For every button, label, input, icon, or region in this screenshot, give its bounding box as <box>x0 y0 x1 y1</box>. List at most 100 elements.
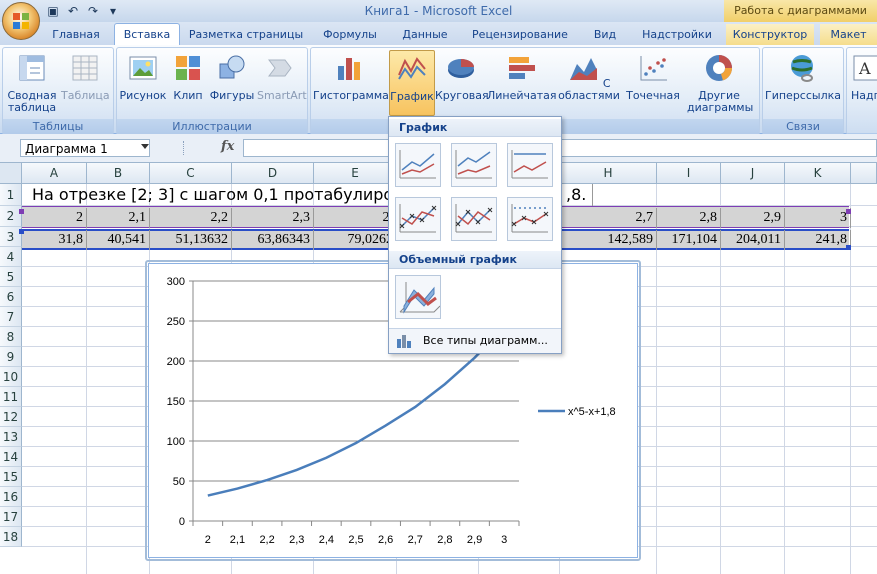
insert-function-button[interactable]: fx <box>221 139 234 154</box>
doughnut-chart-icon <box>706 55 733 81</box>
row-header-12[interactable]: 12 <box>0 407 22 427</box>
splitter[interactable] <box>183 141 187 155</box>
line-subtype-line[interactable] <box>395 143 441 187</box>
line-chart-button[interactable]: График <box>389 50 435 116</box>
hyperlink-button[interactable]: Гиперссылка <box>765 52 841 102</box>
tab-view[interactable]: Вид <box>584 24 626 45</box>
y-value-cell[interactable]: 204,011 <box>721 230 785 250</box>
pie-chart-button[interactable]: Круговая <box>435 52 489 102</box>
line-chart-label: График <box>390 90 434 103</box>
y-value-cell[interactable]: 40,541 <box>87 230 150 250</box>
tab-formulas[interactable]: Формулы <box>314 24 386 45</box>
row-header-10[interactable]: 10 <box>0 367 22 387</box>
x-value-cell[interactable]: 2 <box>22 208 87 228</box>
gallery-3d-header: Объемный график <box>389 251 561 269</box>
x-value-cell[interactable]: 2,8 <box>657 208 721 228</box>
tab-addins[interactable]: Надстройки <box>634 24 720 45</box>
column-header-b[interactable]: B <box>87 163 150 184</box>
cell-a1[interactable]: На отрезке [2; 3] с шагом 0,1 протабулир… <box>32 184 412 206</box>
row-header-14[interactable]: 14 <box>0 447 22 467</box>
table-button[interactable]: Таблица <box>61 52 110 102</box>
stacked-markers-subtype[interactable] <box>451 197 497 241</box>
other-charts-button[interactable]: Другие диаграммы <box>687 52 753 114</box>
name-box-dropdown-icon[interactable] <box>141 144 149 149</box>
x-value-cell[interactable]: 2,7 <box>560 208 657 228</box>
tab-home[interactable]: Главная <box>45 24 107 45</box>
y-value-cell[interactable]: 51,13632 <box>150 230 232 250</box>
row-header-1[interactable]: 1 <box>0 184 22 206</box>
column-header-c[interactable]: C <box>150 163 232 184</box>
y-value-cell[interactable]: 63,86343 <box>232 230 314 250</box>
x-value-cell[interactable]: 2,1 <box>87 208 150 228</box>
smartart-button[interactable]: SmartArt <box>257 52 307 102</box>
column-header-j[interactable]: J <box>721 163 785 184</box>
row-header-7[interactable]: 7 <box>0 307 22 327</box>
y-value-cell[interactable]: 142,589 <box>560 230 657 250</box>
scatter-chart-icon <box>640 56 667 81</box>
line-subtype-stacked[interactable] <box>451 143 497 187</box>
y-value-cell[interactable]: 31,8 <box>22 230 87 250</box>
3d-line-subtype[interactable] <box>395 275 441 319</box>
row-header-4[interactable]: 4 <box>0 247 22 267</box>
row-header-16[interactable]: 16 <box>0 487 22 507</box>
picture-button[interactable]: Рисунок <box>119 52 167 102</box>
x-value-cell[interactable]: 2,2 <box>150 208 232 228</box>
tab-insert[interactable]: Вставка <box>114 23 180 46</box>
column-header-e[interactable]: E <box>314 163 397 184</box>
name-box[interactable]: Диаграмма 1 <box>20 139 150 157</box>
area-chart-button[interactable]: С областями <box>557 52 621 102</box>
line-markers-subtype[interactable] <box>395 197 441 241</box>
row-header-5[interactable]: 5 <box>0 267 22 287</box>
percent-markers-subtype[interactable] <box>507 197 553 241</box>
column-header-k[interactable]: K <box>785 163 851 184</box>
smartart-icon <box>268 59 292 77</box>
x-value-cell[interactable]: 2,9 <box>721 208 785 228</box>
row-header-13[interactable]: 13 <box>0 427 22 447</box>
select-all-button[interactable] <box>0 163 22 184</box>
row-header-6[interactable]: 6 <box>0 287 22 307</box>
y-tick-label: 100 <box>167 436 185 448</box>
all-chart-types-button[interactable]: Все типы диаграмм... <box>389 328 561 353</box>
range-handle[interactable] <box>846 245 851 250</box>
text-box-button[interactable]: A Надп <box>851 52 877 102</box>
range-handle[interactable] <box>19 229 24 234</box>
row-header-11[interactable]: 11 <box>0 387 22 407</box>
column-header-a[interactable]: A <box>22 163 87 184</box>
x-value-cell[interactable]: 2, <box>314 208 397 228</box>
row-header-9[interactable]: 9 <box>0 347 22 367</box>
y-tick-label: 250 <box>167 316 185 328</box>
column-header-i[interactable]: I <box>657 163 721 184</box>
clip-button[interactable]: Клип <box>169 52 207 102</box>
smartart-label: SmartArt <box>257 89 307 102</box>
chart-tools-title: Работа с диаграммами <box>724 0 877 22</box>
tab-data[interactable]: Данные <box>394 24 456 45</box>
tab-layout[interactable]: Макет <box>820 24 877 45</box>
shapes-button[interactable]: Фигуры <box>209 52 255 102</box>
row-header-18[interactable]: 18 <box>0 527 22 547</box>
y-value-cell[interactable]: 79,0262 <box>314 230 397 250</box>
pivot-table-button[interactable]: Сводная таблица <box>5 52 59 114</box>
x-value-cell[interactable]: 2,3 <box>232 208 314 228</box>
tab-page-layout[interactable]: Разметка страницы <box>186 24 306 45</box>
column-header-h[interactable]: H <box>560 163 657 184</box>
scatter-chart-button[interactable]: Точечная <box>623 52 683 102</box>
office-button[interactable] <box>2 2 40 40</box>
column-header-d[interactable]: D <box>232 163 314 184</box>
range-handle[interactable] <box>846 209 851 214</box>
range-handle[interactable] <box>19 209 24 214</box>
row-header-8[interactable]: 8 <box>0 327 22 347</box>
group-tables: Сводная таблица Таблица Таблицы <box>2 47 114 135</box>
column-chart-button[interactable]: Гистограмма <box>313 52 389 102</box>
pivot-table-label: Сводная таблица <box>7 89 57 114</box>
tab-design[interactable]: Конструктор <box>726 24 814 45</box>
y-value-cell[interactable]: 241,8 <box>785 230 851 250</box>
row-header-17[interactable]: 17 <box>0 507 22 527</box>
picture-label: Рисунок <box>119 89 167 102</box>
row-header-15[interactable]: 15 <box>0 467 22 487</box>
y-value-cell[interactable]: 171,104 <box>657 230 721 250</box>
bar-chart-button[interactable]: Линейчатая <box>487 52 557 102</box>
x-value-cell[interactable]: 3 <box>785 208 851 228</box>
tab-review[interactable]: Рецензирование <box>464 24 576 45</box>
line-subtype-percent[interactable] <box>507 143 553 187</box>
illustrations-group-label: Иллюстрации <box>117 119 307 134</box>
